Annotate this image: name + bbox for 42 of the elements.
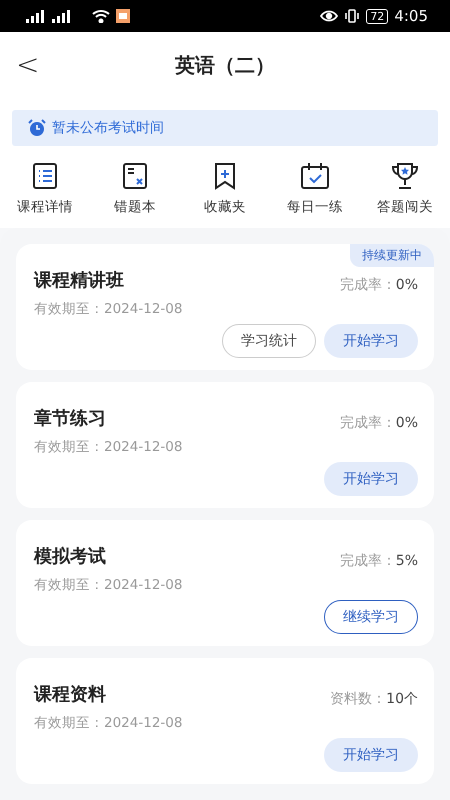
vibrate-icon: [344, 9, 360, 23]
clock: 4:05: [394, 7, 428, 25]
card-title: 课程精讲班: [34, 269, 125, 292]
calendar-icon: [300, 162, 330, 190]
wifi-icon: [92, 9, 110, 23]
card-title: 模拟考试: [34, 545, 107, 568]
study-button[interactable]: 开始学习: [324, 738, 418, 772]
alarm-clock-icon: [28, 119, 46, 137]
stat-label: 资料数：: [330, 691, 386, 707]
study-button[interactable]: 继续学习: [324, 600, 418, 634]
update-tag: 持续更新中: [350, 244, 434, 267]
stat-label: 完成率：: [340, 277, 396, 293]
list-icon: [32, 162, 58, 190]
expiry-date: 有效期至：2024-12-08: [34, 438, 182, 456]
trophy-icon: [390, 162, 420, 190]
stat-label: 完成率：: [340, 553, 396, 569]
study-button[interactable]: 开始学习: [324, 462, 418, 496]
stat-value: 10个: [386, 691, 418, 707]
card-title: 章节练习: [34, 407, 107, 430]
shortcut-item[interactable]: 每日一练: [270, 162, 360, 216]
expiry-date: 有效期至：2024-12-08: [34, 576, 182, 594]
shortcut-item[interactable]: 课程详情: [0, 162, 90, 216]
notice-text: 暂未公布考试时间: [52, 119, 164, 137]
page-title: 英语（二）: [175, 52, 275, 78]
back-button[interactable]: <: [10, 48, 46, 81]
stat-value: 0%: [396, 415, 418, 431]
stat-value: 5%: [396, 553, 418, 569]
card-title: 课程资料: [34, 683, 107, 706]
study-button[interactable]: 开始学习: [324, 324, 418, 358]
document-x-icon: [122, 162, 148, 190]
shortcut-item[interactable]: 答题闯关: [360, 162, 450, 216]
expiry-date: 有效期至：2024-12-08: [34, 714, 182, 732]
eye-icon: [320, 10, 338, 22]
shortcut-item[interactable]: 收藏夹: [180, 162, 270, 216]
stat-label: 完成率：: [340, 415, 396, 431]
study-button[interactable]: 学习统计: [222, 324, 316, 358]
shortcut-item[interactable]: 错题本: [90, 162, 180, 216]
app-notification-icon: [116, 9, 130, 23]
battery-level: 72: [366, 8, 388, 24]
stat-value: 0%: [396, 277, 418, 293]
bookmark-icon: [212, 162, 238, 190]
expiry-date: 有效期至：2024-12-08: [34, 300, 182, 318]
